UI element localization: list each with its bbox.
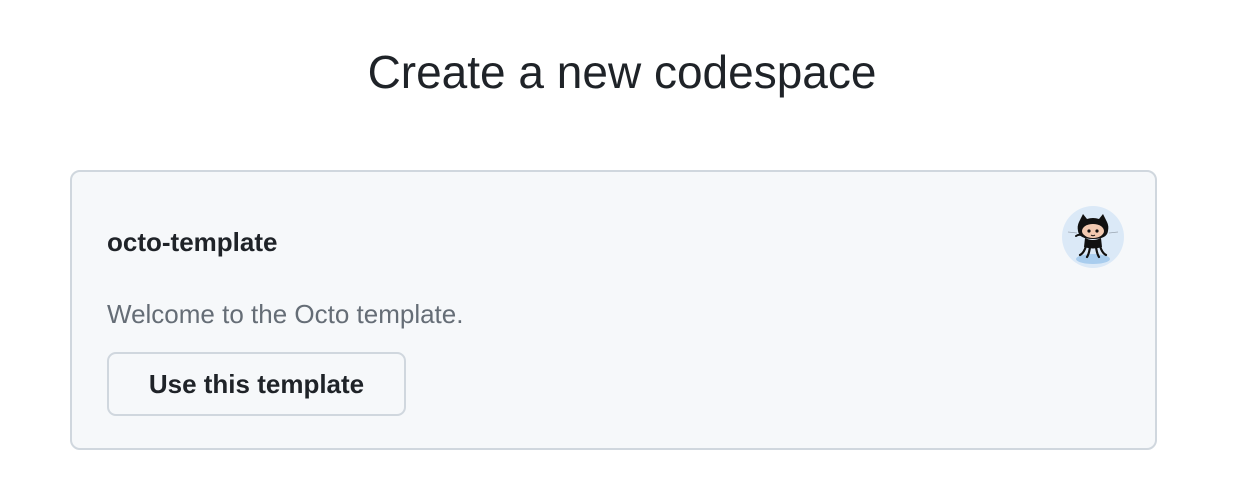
template-name: octo-template	[107, 227, 278, 257]
page: Create a new codespace octo-template Wel…	[0, 0, 1244, 504]
use-template-button[interactable]: Use this template	[107, 352, 406, 416]
template-card: octo-template Welcome to the Octo templa…	[70, 170, 1157, 450]
octocat-avatar-graphic	[1067, 214, 1119, 264]
template-description: Welcome to the Octo template.	[107, 299, 464, 329]
page-title: Create a new codespace	[367, 46, 877, 98]
octocat-icon	[1062, 206, 1124, 268]
